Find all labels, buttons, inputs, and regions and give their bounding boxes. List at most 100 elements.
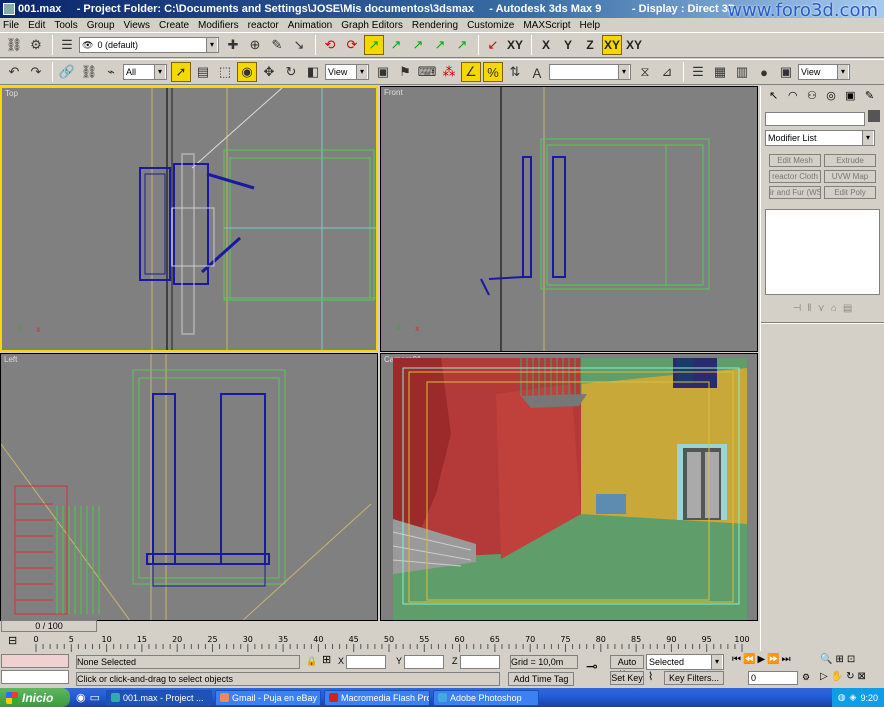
constraint-icon[interactable]: ⟳	[342, 35, 362, 55]
restrict-xy-button[interactable]: XY	[602, 35, 622, 55]
ik-icon[interactable]: ↗	[386, 35, 406, 55]
restrict-z-button[interactable]: Z	[580, 35, 600, 55]
rotate-icon[interactable]: ↻	[281, 62, 301, 82]
xy-plane-icon[interactable]: XY	[505, 35, 525, 55]
edit-named-selection-icon[interactable]: Ａ	[527, 62, 547, 82]
zoom-icon[interactable]: 🔍	[820, 654, 835, 665]
layer-dropdown[interactable]: 👁 0 (default)	[79, 37, 219, 53]
window-crossing-icon[interactable]: ◉	[237, 62, 257, 82]
menu-help[interactable]: Help	[580, 20, 601, 31]
menu-animation[interactable]: Animation	[288, 20, 332, 31]
current-frame-field[interactable]: 0	[748, 671, 798, 685]
align-icon[interactable]: ⊿	[657, 62, 677, 82]
y-coord-field[interactable]	[404, 655, 444, 669]
mirror-icon[interactable]: ⧖	[635, 62, 655, 82]
auto-key-button[interactable]: Auto Key	[610, 655, 644, 679]
hierarchy-icon[interactable]: ⚙	[26, 35, 46, 55]
select-by-name-icon[interactable]: ▤	[193, 62, 213, 82]
pin-stack-icon[interactable]: ⊣	[793, 303, 802, 314]
layer-props-icon[interactable]: ✎	[267, 35, 287, 55]
add-time-tag-button[interactable]: Add Time Tag	[508, 672, 574, 686]
selection-filter-dropdown[interactable]: All	[123, 64, 167, 80]
default-tangent-icon[interactable]: ⌇	[648, 671, 653, 683]
edit-poly-button[interactable]: Edit Poly	[824, 186, 876, 199]
viewport-camera[interactable]: Camera01	[380, 353, 758, 621]
pan-icon[interactable]: ✋	[831, 671, 846, 682]
tray-security-icon[interactable]: ◈	[850, 692, 857, 703]
move-icon[interactable]: ✥	[259, 62, 279, 82]
display-tab-icon[interactable]: ▣	[842, 89, 859, 105]
snap-icon[interactable]: ⟲	[320, 35, 340, 55]
lock-icon[interactable]: 🔒	[306, 655, 317, 667]
layer-manager-icon[interactable]: ☰	[57, 35, 77, 55]
zoom-extents-icon[interactable]: ⊡	[847, 654, 858, 665]
menu-modifiers[interactable]: Modifiers	[198, 20, 239, 31]
restrict-y-button[interactable]: Y	[558, 35, 578, 55]
reference-coord-dropdown[interactable]: View	[325, 64, 369, 80]
modifier-list-dropdown[interactable]: Modifier List	[765, 130, 875, 146]
unlink-icon[interactable]: ⛓	[79, 62, 99, 82]
menu-create[interactable]: Create	[159, 20, 189, 31]
motion-tab-icon[interactable]: ◎	[823, 89, 840, 105]
reactor-cloth-button[interactable]: reactor Cloth	[769, 170, 821, 183]
maxscript-listener-field[interactable]	[1, 654, 69, 668]
z-coord-field[interactable]	[460, 655, 500, 669]
redo-icon[interactable]: ↷	[26, 62, 46, 82]
x-coord-field[interactable]	[346, 655, 386, 669]
limb-icon[interactable]: ↗	[430, 35, 450, 55]
menu-group[interactable]: Group	[87, 20, 115, 31]
layer-select-icon[interactable]: ⊕	[245, 35, 265, 55]
go-to-end-icon[interactable]: ⏭	[782, 654, 793, 665]
uvw-map-button[interactable]: UVW Map	[824, 170, 876, 183]
viewport-top[interactable]: Top z x	[0, 86, 378, 352]
remove-modifier-icon[interactable]: ⌂	[831, 303, 837, 314]
object-name-field[interactable]	[765, 112, 865, 126]
restrict-x-button[interactable]: X	[536, 35, 556, 55]
layer-manager2-icon[interactable]: ☰	[688, 62, 708, 82]
modify-tab-icon[interactable]: ◠	[784, 89, 801, 105]
menu-reactor[interactable]: reactor	[248, 20, 279, 31]
curve-editor-icon[interactable]: ▦	[710, 62, 730, 82]
menu-edit[interactable]: Edit	[28, 20, 45, 31]
menu-views[interactable]: Views	[124, 20, 151, 31]
menu-file[interactable]: File	[3, 20, 19, 31]
browser-icon[interactable]: ◉	[76, 691, 86, 704]
make-unique-icon[interactable]: ⋎	[818, 303, 825, 314]
menu-graph-editors[interactable]: Graph Editors	[341, 20, 403, 31]
utilities-tab-icon[interactable]: ✎	[861, 89, 878, 105]
bone-icon[interactable]: ↗	[408, 35, 428, 55]
hair-fur-button[interactable]: ir and Fur (WS	[769, 186, 821, 199]
menu-customize[interactable]: Customize	[467, 20, 514, 31]
track-bar-icon[interactable]: ⊟	[8, 634, 17, 647]
percent-snap-icon[interactable]: %	[483, 62, 503, 82]
show-desktop-icon[interactable]: ▭	[90, 691, 100, 704]
absolute-mode-icon[interactable]: ⊞	[322, 654, 331, 666]
menu-tools[interactable]: Tools	[54, 20, 77, 31]
viewport-front[interactable]: Front z x	[380, 86, 758, 352]
go-to-start-icon[interactable]: ⏮	[732, 654, 743, 665]
start-button[interactable]: Inicio	[0, 688, 70, 707]
schematic-view-icon[interactable]: ▥	[732, 62, 752, 82]
manipulate-icon[interactable]: ⚑	[395, 62, 415, 82]
tray-network-icon[interactable]: ◍	[838, 692, 846, 703]
app-icon[interactable]	[3, 3, 15, 15]
set-key-button[interactable]: Set Key	[610, 671, 644, 685]
undo-icon[interactable]: ↶	[4, 62, 24, 82]
time-config-icon[interactable]: ⚙	[802, 671, 810, 683]
show-end-result-icon[interactable]: ‖	[807, 303, 811, 314]
pivot-icon[interactable]: ↙	[483, 35, 503, 55]
scale-icon[interactable]: ◧	[303, 62, 323, 82]
bind-space-warp-icon[interactable]: ⌁	[101, 62, 121, 82]
hierarchy-tab-icon[interactable]: ⚇	[803, 89, 820, 105]
select-link-icon[interactable]: 🔗	[57, 62, 77, 82]
previous-frame-icon[interactable]: ⏪	[743, 654, 757, 665]
restrict-plane-button[interactable]: XY	[624, 35, 644, 55]
extrude-button[interactable]: Extrude	[824, 154, 876, 167]
key-filters-button[interactable]: Key Filters...	[664, 671, 724, 685]
arc-rotate-icon[interactable]: ↻	[846, 671, 857, 682]
time-slider[interactable]: 0 / 100	[1, 620, 97, 632]
render-scene-icon[interactable]: ▣	[776, 62, 796, 82]
angle-snap-icon[interactable]: ∠	[461, 62, 481, 82]
material-editor-icon[interactable]: ●	[754, 62, 774, 82]
viewport-left[interactable]: Left	[0, 353, 378, 621]
